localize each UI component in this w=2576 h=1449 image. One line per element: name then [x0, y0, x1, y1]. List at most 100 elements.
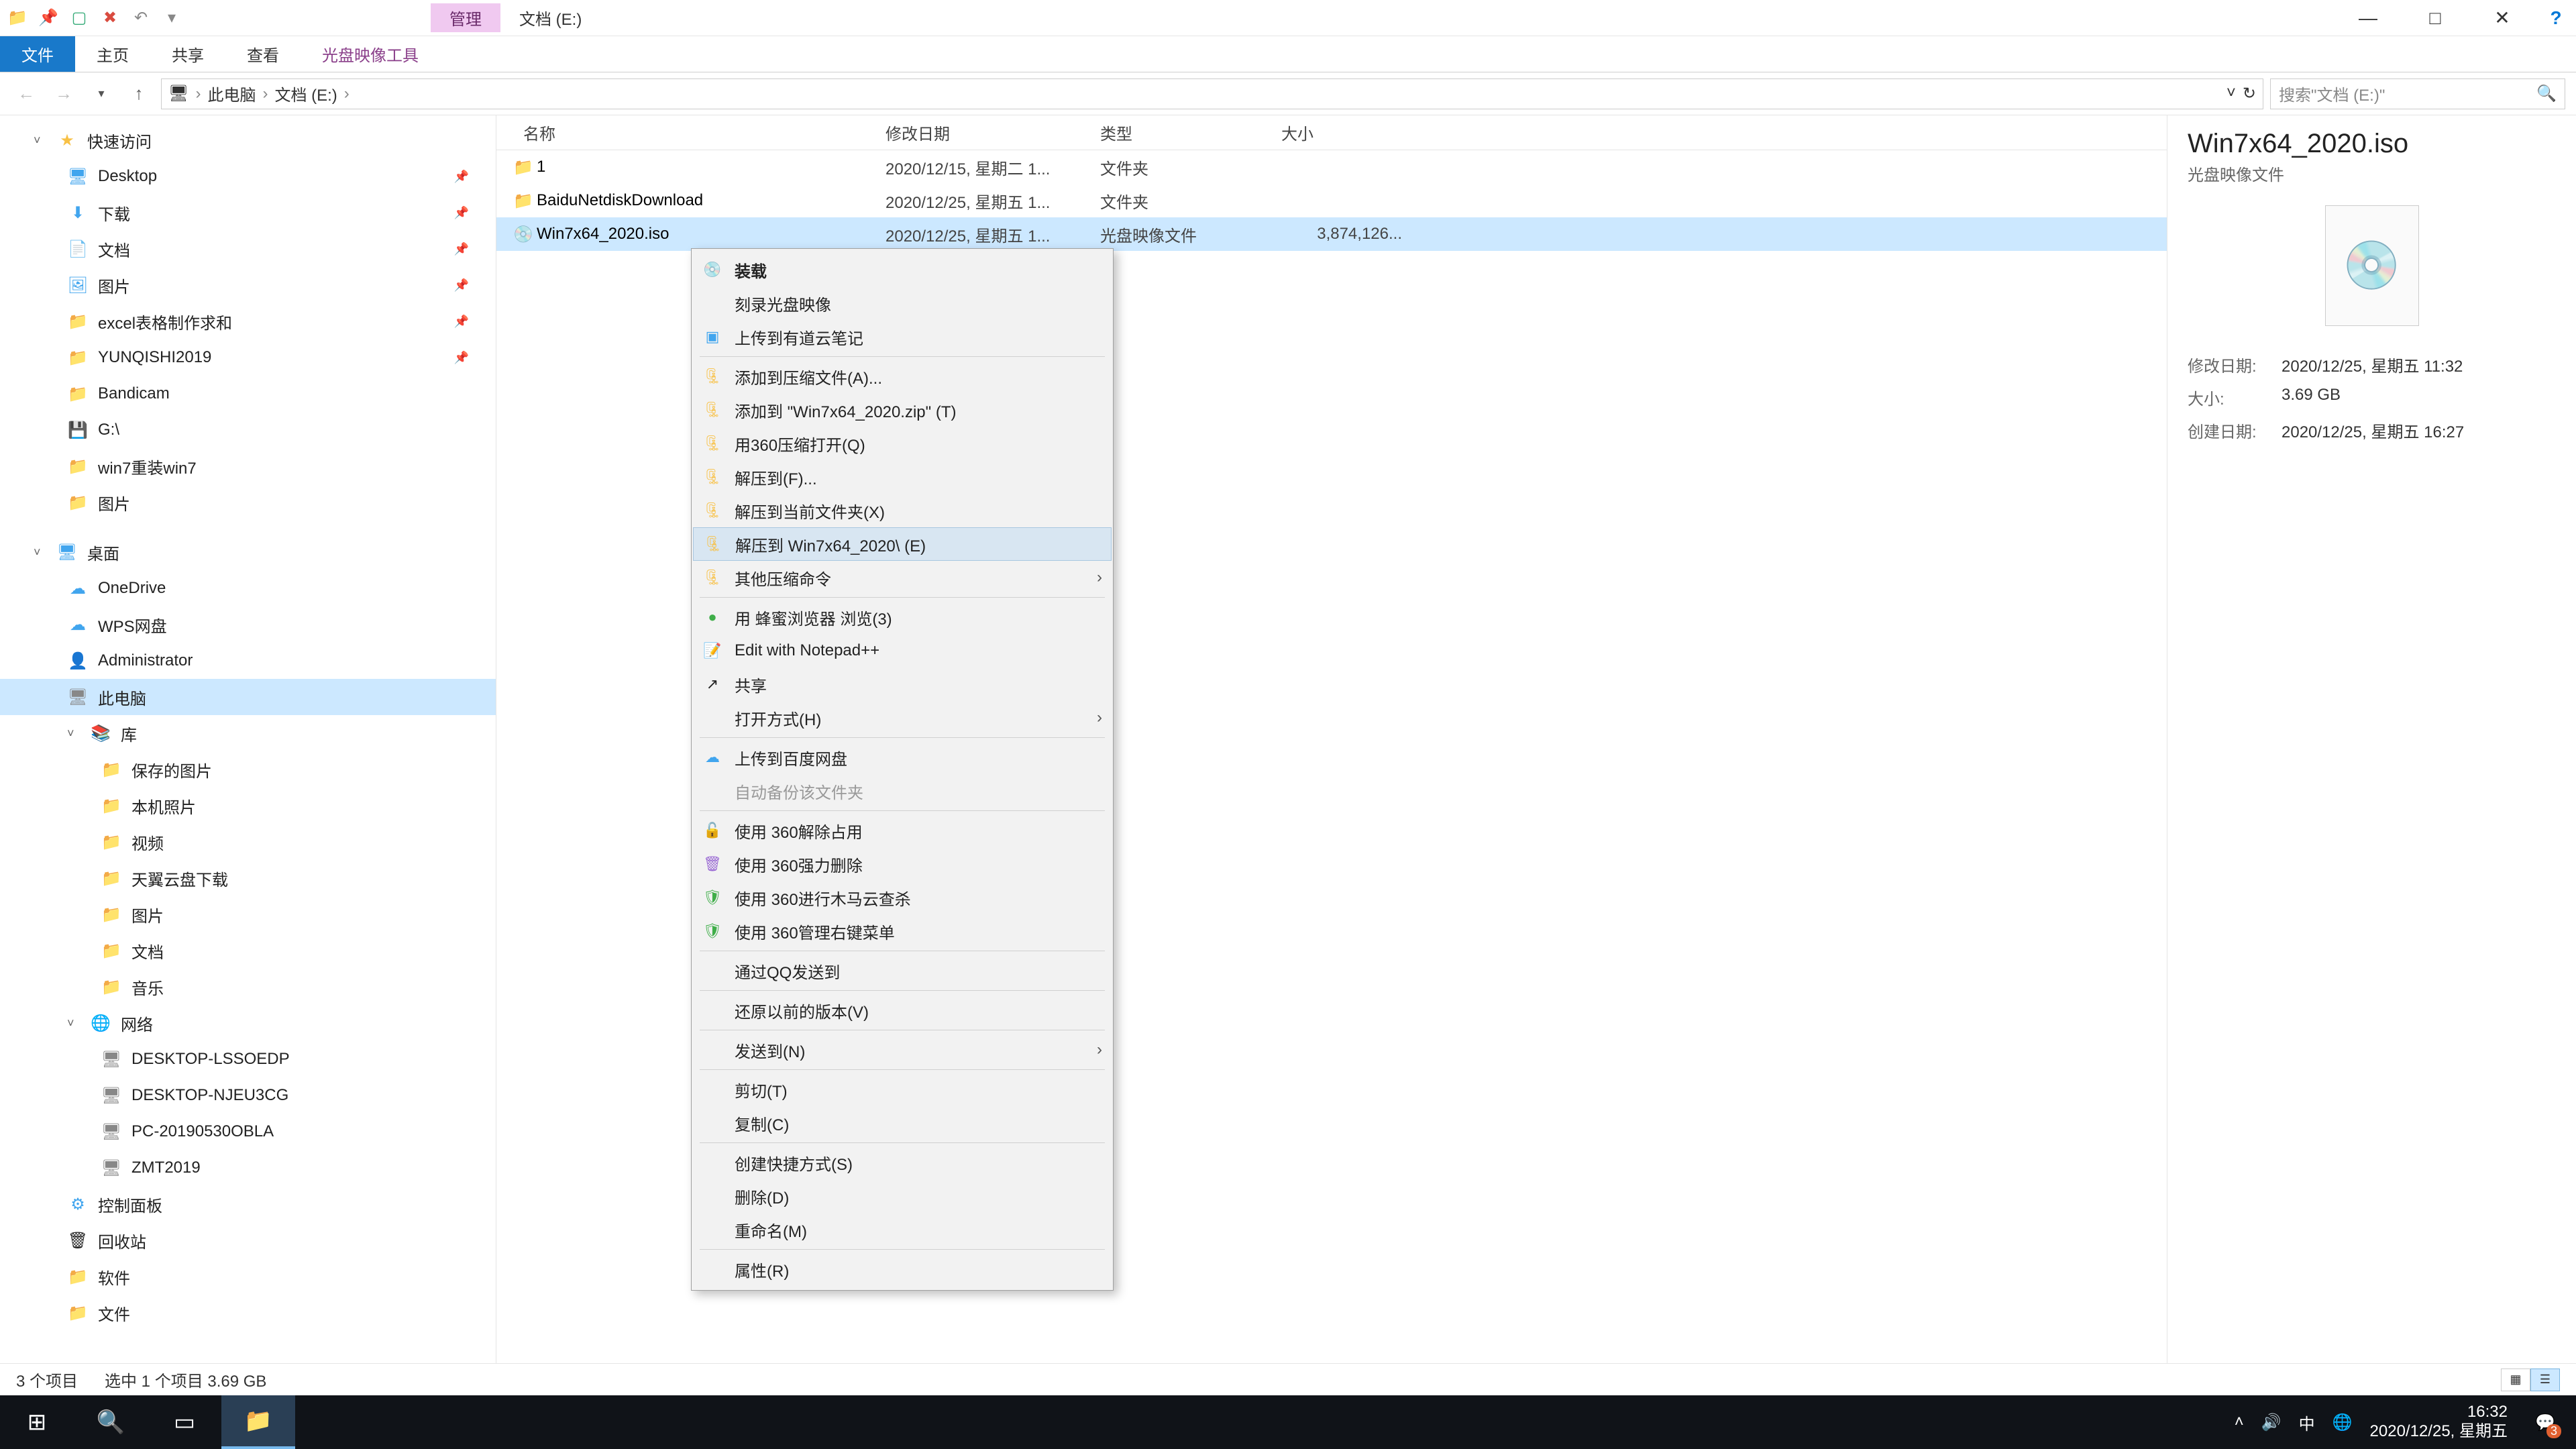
ime-icon[interactable]: 中 — [2299, 1411, 2315, 1434]
tree-admin[interactable]: 👤Administrator — [0, 643, 496, 679]
menu-rename[interactable]: 重命名(M) — [693, 1213, 1112, 1246]
file-row[interactable]: 📁 12020/12/15, 星期二 1...文件夹 — [496, 150, 2167, 184]
tab-file[interactable]: 文件 — [0, 36, 75, 72]
file-row-selected[interactable]: 💿 Win7x64_2020.iso2020/12/25, 星期五 1...光盘… — [496, 217, 2167, 251]
menu-create-shortcut[interactable]: 创建快捷方式(S) — [693, 1146, 1112, 1179]
tab-disc-tools[interactable]: 光盘映像工具 — [301, 36, 440, 72]
tree-documents[interactable]: 📄文档📌 — [0, 231, 496, 267]
menu-send-to[interactable]: 发送到(N)› — [693, 1033, 1112, 1067]
tree-bandicam[interactable]: 📁Bandicam — [0, 376, 496, 412]
tree-onedrive[interactable]: ☁OneDrive — [0, 570, 496, 606]
chevron-right-icon[interactable]: › — [341, 85, 352, 103]
menu-360-scan[interactable]: 🛡使用 360进行木马云查杀 — [693, 881, 1112, 914]
menu-add-archive[interactable]: 🗜添加到压缩文件(A)... — [693, 360, 1112, 393]
tree-pics3[interactable]: 📁图片 — [0, 896, 496, 932]
menu-properties[interactable]: 属性(R) — [693, 1252, 1112, 1286]
menu-youdao[interactable]: ▣上传到有道云笔记 — [693, 320, 1112, 354]
tree-video[interactable]: 📁视频 — [0, 824, 496, 860]
menu-bee-browser[interactable]: ●用 蜂蜜浏览器 浏览(3) — [693, 600, 1112, 634]
file-list-header[interactable]: 名称 修改日期 类型 大小 — [496, 115, 2167, 150]
menu-baidu-upload[interactable]: ☁上传到百度网盘 — [693, 741, 1112, 774]
menu-burn[interactable]: 刻录光盘映像 — [693, 286, 1112, 320]
task-view-button[interactable]: ▭ — [148, 1395, 221, 1449]
crumb-drive[interactable]: 文档 (E:) — [274, 82, 337, 105]
nav-recent-button[interactable]: ▾ — [86, 78, 117, 109]
tree-desktop-root[interactable]: ˅🖥桌面 — [0, 534, 496, 570]
menu-360-delete[interactable]: 🗑使用 360强力删除 — [693, 847, 1112, 881]
menu-extract-to[interactable]: 🗜解压到(F)... — [693, 460, 1112, 494]
menu-qq-send[interactable]: 通过QQ发送到 — [693, 954, 1112, 987]
tree-files[interactable]: 📁文件 — [0, 1295, 496, 1331]
tree-wps[interactable]: ☁WPS网盘 — [0, 606, 496, 643]
network-icon[interactable]: 🌐 — [2332, 1413, 2353, 1432]
close-button[interactable]: ✕ — [2469, 0, 2536, 36]
tree-soft[interactable]: 📁软件 — [0, 1258, 496, 1295]
tree-pc3[interactable]: 🖥PC-20190530OBLA — [0, 1114, 496, 1150]
tree-excel[interactable]: 📁excel表格制作求和📌 — [0, 303, 496, 339]
menu-360-manage[interactable]: 🛡使用 360管理右键菜单 — [693, 914, 1112, 948]
refresh-icon[interactable]: ↻ — [2243, 84, 2256, 103]
contextual-tab-manage[interactable]: 管理 — [431, 3, 500, 32]
tab-home[interactable]: 主页 — [75, 36, 150, 72]
tree-tianyi[interactable]: 📁天翼云盘下载 — [0, 860, 496, 896]
tray-overflow-icon[interactable]: ˄ — [2235, 1413, 2244, 1432]
tree-this-pc[interactable]: 🖥此电脑 — [0, 679, 496, 715]
menu-open-with[interactable]: 打开方式(H)› — [693, 701, 1112, 735]
tree-music[interactable]: 📁音乐 — [0, 969, 496, 1005]
menu-360-unlock[interactable]: 🔓使用 360解除占用 — [693, 814, 1112, 847]
tree-network[interactable]: ˅🌐网络 — [0, 1005, 496, 1041]
menu-notepadpp[interactable]: 📝Edit with Notepad++ — [693, 634, 1112, 667]
col-date[interactable]: 修改日期 — [885, 121, 1100, 144]
tree-pictures[interactable]: 🖼图片📌 — [0, 267, 496, 303]
navigation-tree[interactable]: ˅★快速访问 🖥Desktop📌 ⬇下载📌 📄文档📌 🖼图片📌 📁excel表格… — [0, 115, 496, 1363]
maximize-button[interactable]: □ — [2402, 0, 2469, 36]
tree-pc4[interactable]: 🖥ZMT2019 — [0, 1150, 496, 1186]
qat-pin-icon[interactable]: 📌 — [38, 7, 59, 29]
col-type[interactable]: 类型 — [1100, 121, 1281, 144]
taskbar-explorer-button[interactable]: 📁 — [221, 1395, 295, 1449]
col-name[interactable]: 名称 — [510, 121, 885, 144]
menu-copy[interactable]: 复制(C) — [693, 1106, 1112, 1140]
crumb-this-pc[interactable]: 此电脑 — [207, 82, 256, 105]
minimize-button[interactable]: — — [2334, 0, 2402, 36]
nav-back-button[interactable]: ← — [11, 78, 42, 109]
tree-docs2[interactable]: 📁文档 — [0, 932, 496, 969]
menu-add-zip[interactable]: 🗜添加到 "Win7x64_2020.zip" (T) — [693, 393, 1112, 427]
chevron-right-icon[interactable]: › — [193, 85, 203, 103]
tree-library[interactable]: ˅📚库 — [0, 715, 496, 751]
view-thumbnails-button[interactable]: ▦ — [2501, 1368, 2530, 1391]
menu-other-zip[interactable]: 🗜其他压缩命令› — [693, 561, 1112, 594]
tree-win7[interactable]: 📁win7重装win7 — [0, 448, 496, 484]
tree-desktop[interactable]: 🖥Desktop📌 — [0, 158, 496, 195]
tree-localpics[interactable]: 📁本机照片 — [0, 788, 496, 824]
nav-forward-button[interactable]: → — [48, 78, 79, 109]
tab-share[interactable]: 共享 — [150, 36, 225, 72]
file-row[interactable]: 📁 BaiduNetdiskDownload2020/12/25, 星期五 1.… — [496, 184, 2167, 217]
menu-mount[interactable]: 💿装载 — [693, 253, 1112, 286]
menu-extract-here[interactable]: 🗜解压到当前文件夹(X) — [693, 494, 1112, 527]
tree-yunqishi[interactable]: 📁YUNQISHI2019📌 — [0, 339, 496, 376]
tree-gdrive[interactable]: 💾G:\ — [0, 412, 496, 448]
tree-pc2[interactable]: 🖥DESKTOP-NJEU3CG — [0, 1077, 496, 1114]
nav-up-button[interactable]: ↑ — [123, 78, 154, 109]
address-dropdown-icon[interactable]: ˅ — [2226, 84, 2236, 103]
taskbar-search-button[interactable]: 🔍 — [74, 1395, 148, 1449]
qat-dropdown-icon[interactable]: ▾ — [161, 7, 182, 29]
view-details-button[interactable]: ☰ — [2530, 1368, 2560, 1391]
volume-icon[interactable]: 🔊 — [2261, 1413, 2282, 1432]
taskbar-clock[interactable]: 16:32 2020/12/25, 星期五 — [2370, 1403, 2508, 1442]
tree-quick-access[interactable]: ˅★快速访问 — [0, 122, 496, 158]
menu-share[interactable]: ↗共享 — [693, 667, 1112, 701]
help-button[interactable]: ? — [2536, 0, 2576, 36]
tab-view[interactable]: 查看 — [225, 36, 301, 72]
search-input[interactable]: 搜索"文档 (E:)" 🔍 — [2270, 78, 2565, 109]
col-size[interactable]: 大小 — [1281, 121, 1415, 144]
chevron-right-icon[interactable]: › — [260, 85, 270, 103]
tree-pics2[interactable]: 📁图片 — [0, 484, 496, 521]
start-button[interactable]: ⊞ — [0, 1395, 74, 1449]
menu-open-360zip[interactable]: 🗜用360压缩打开(Q) — [693, 427, 1112, 460]
menu-cut[interactable]: 剪切(T) — [693, 1073, 1112, 1106]
qat-close-icon[interactable]: ✖ — [99, 7, 121, 29]
menu-extract-named[interactable]: 🗜解压到 Win7x64_2020\ (E) — [693, 527, 1112, 561]
menu-restore-version[interactable]: 还原以前的版本(V) — [693, 994, 1112, 1027]
